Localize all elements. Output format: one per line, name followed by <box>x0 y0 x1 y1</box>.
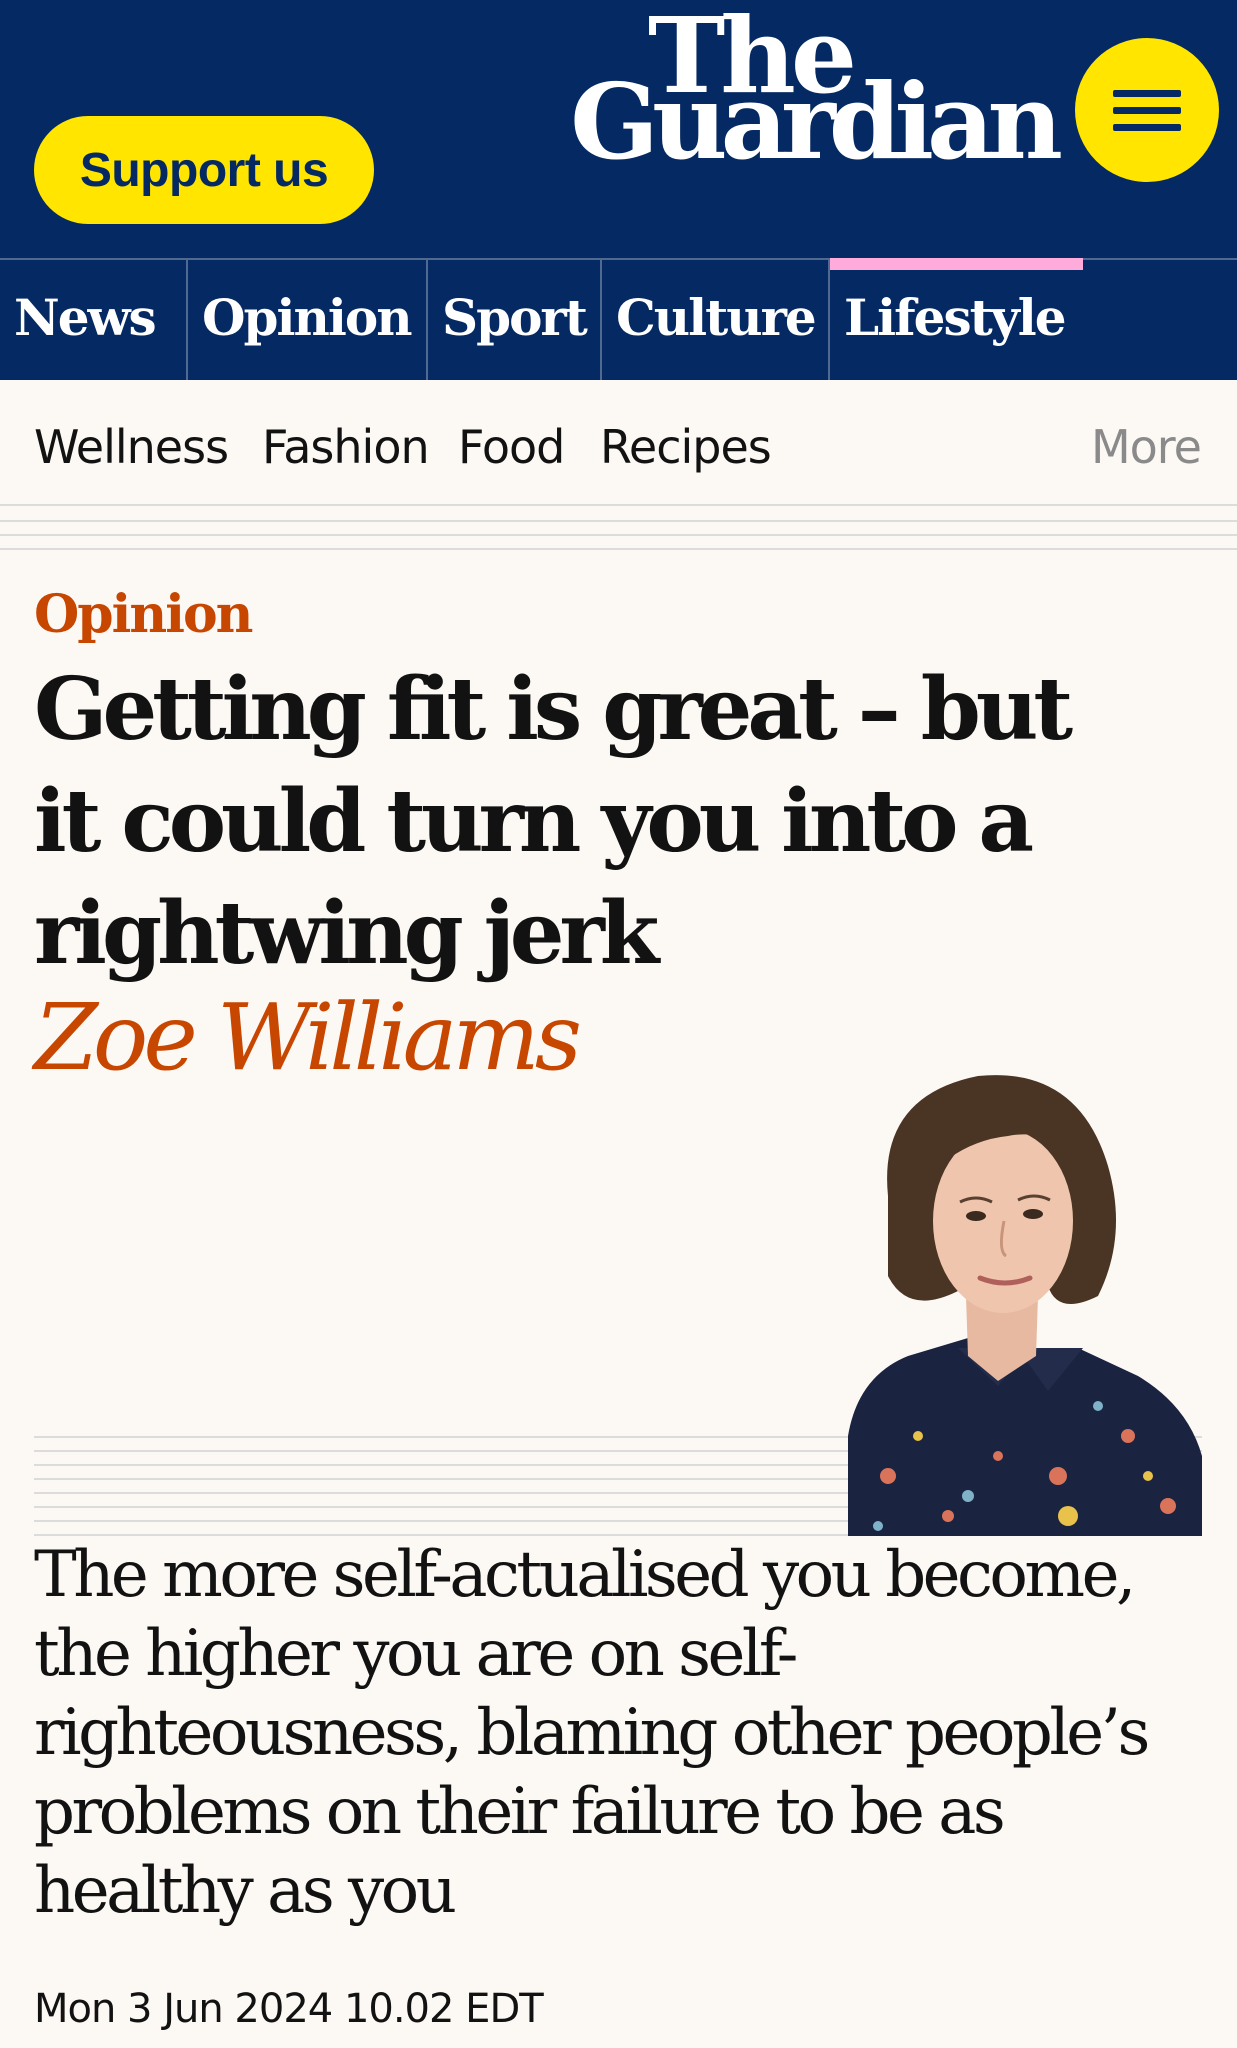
support-us-button[interactable]: Support us <box>34 116 374 224</box>
pillar-opinion[interactable]: Opinion <box>188 260 428 380</box>
pillar-culture[interactable]: Culture <box>602 260 830 380</box>
divider <box>0 534 1237 536</box>
logo-line-guardian: Guardian <box>570 60 1063 183</box>
divider <box>0 548 1237 550</box>
divider <box>0 520 1237 522</box>
subnav-more-link[interactable]: More <box>1091 420 1202 474</box>
article-standfirst: The more self-actualised you become, the… <box>34 1538 1150 1928</box>
subnav-item-food[interactable]: Food <box>458 420 565 474</box>
author-byline[interactable]: Zoe Williams <box>34 984 582 1091</box>
subnav-item-wellness[interactable]: Wellness <box>34 420 229 474</box>
pillar-lifestyle[interactable]: Lifestyle <box>830 258 1083 380</box>
pillar-news[interactable]: News <box>0 260 188 380</box>
subnav-item-fashion[interactable]: Fashion <box>262 420 430 474</box>
masthead: Support us The Guardian <box>0 0 1237 258</box>
guardian-logo[interactable]: The Guardian <box>546 4 1063 183</box>
article-headline: Getting fit is great – but it could turn… <box>34 659 1073 984</box>
lifestyle-subnav: Wellness Fashion Food Recipes More <box>0 380 1237 506</box>
subnav-item-recipes[interactable]: Recipes <box>600 420 772 474</box>
article-dateline[interactable]: Mon 3 Jun 2024 10.02 EDT <box>34 1986 544 2032</box>
author-portrait <box>848 1075 1202 1536</box>
pillar-nav: News Opinion Sport Culture Lifestyle <box>0 258 1237 380</box>
section-kicker[interactable]: Opinion <box>34 584 253 645</box>
menu-button[interactable] <box>1075 38 1219 182</box>
pillar-sport[interactable]: Sport <box>428 260 602 380</box>
